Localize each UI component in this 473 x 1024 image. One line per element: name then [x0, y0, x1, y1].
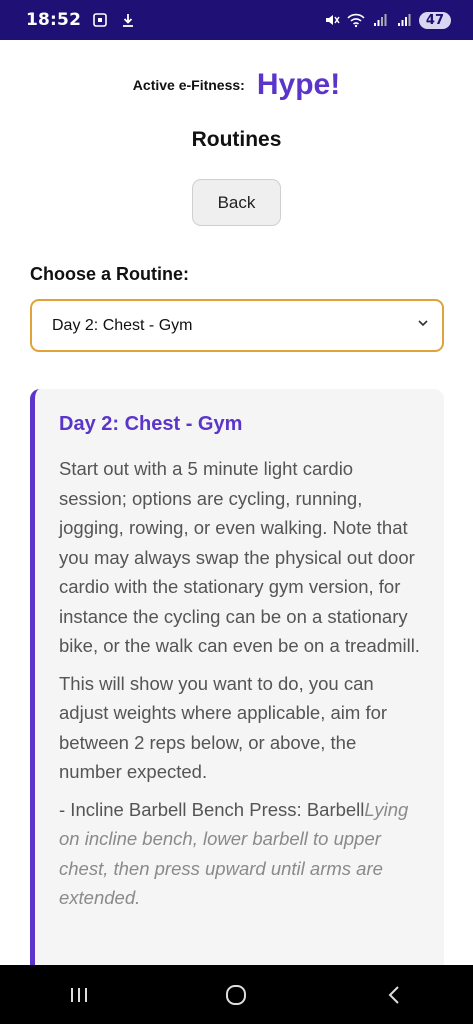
battery-icon: 47 — [418, 11, 451, 29]
signal-icon — [371, 11, 389, 29]
routine-select[interactable]: Day 2: Chest - Gym — [30, 299, 444, 352]
routine-intro-paragraph: Start out with a 5 minute light cardio s… — [59, 458, 420, 656]
routine-select-value: Day 2: Chest - Gym — [52, 316, 193, 334]
exercise-item: - Incline Barbell Bench Press: BarbellLy… — [59, 795, 420, 913]
page-title: Routines — [191, 128, 282, 151]
status-time: 18:52 — [26, 10, 82, 30]
signal-icon-2 — [395, 11, 413, 29]
screenshot-icon — [91, 11, 109, 29]
brand-tagline: Active e-Fitness: — [132, 77, 245, 93]
status-bar: 18:52 47 — [0, 0, 473, 40]
routine-card-title: Day 2: Chest - Gym — [59, 413, 243, 435]
wifi-icon — [347, 11, 365, 29]
back-button[interactable]: Back — [192, 179, 281, 226]
chevron-down-icon — [416, 316, 430, 335]
download-icon — [119, 11, 137, 29]
exercise-name: - Incline Barbell Bench Press: — [59, 798, 307, 820]
status-bar-left: 18:52 — [26, 10, 137, 30]
routine-card: Day 2: Chest - Gym Start out with a 5 mi… — [30, 389, 444, 1009]
routine-instructions-paragraph: This will show you want to do, you can a… — [59, 672, 388, 783]
mute-icon — [323, 11, 341, 29]
recents-icon[interactable] — [59, 975, 99, 1015]
system-nav-bar — [0, 965, 473, 1024]
brand-name: Hype! — [256, 68, 341, 101]
status-bar-right: 47 — [323, 11, 451, 29]
home-icon[interactable] — [216, 975, 256, 1015]
routine-select-label: Choose a Routine: — [30, 264, 190, 284]
brand-header: Active e-Fitness: Hype! — [0, 68, 473, 102]
back-nav-icon[interactable] — [374, 975, 414, 1015]
exercise-equipment: Barbell — [306, 798, 365, 820]
